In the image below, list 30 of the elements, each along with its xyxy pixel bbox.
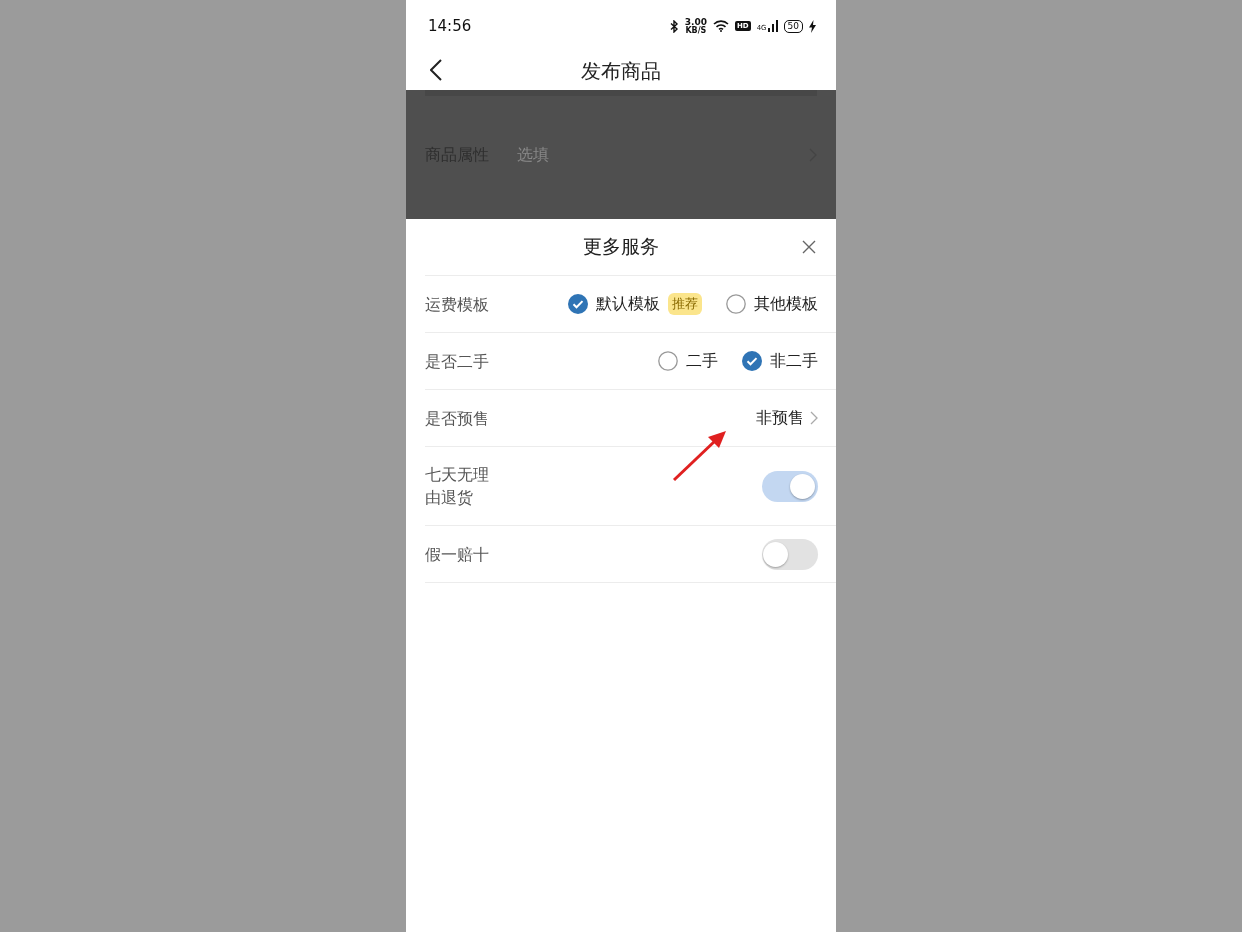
- status-time: 14:56: [428, 17, 473, 35]
- option-label[interactable]: 非二手: [770, 350, 818, 372]
- presale-value[interactable]: 非预售: [756, 407, 804, 429]
- option-label[interactable]: 二手: [686, 350, 718, 372]
- page-title: 发布商品: [581, 57, 661, 85]
- option-label[interactable]: 默认模板: [596, 293, 660, 315]
- option-label[interactable]: 其他模板: [754, 293, 818, 315]
- row-label: 假一赔十: [425, 543, 490, 566]
- annotation-arrow: [672, 430, 728, 482]
- signal-icon: [767, 20, 778, 32]
- radio-icon[interactable]: [658, 351, 678, 371]
- toggle-switch[interactable]: [762, 470, 818, 502]
- close-icon[interactable]: [802, 240, 816, 254]
- checked-radio-icon[interactable]: [742, 351, 762, 371]
- toggle-switch[interactable]: [762, 538, 818, 570]
- checked-radio-icon[interactable]: [568, 294, 588, 314]
- sheet-title: 更多服务: [583, 234, 659, 259]
- back-icon[interactable]: [430, 59, 442, 81]
- row-label: 运费模板: [425, 293, 490, 316]
- battery-level: 50: [783, 19, 803, 33]
- recommend-badge: 推荐: [668, 293, 702, 315]
- row-label: 是否预售: [425, 407, 490, 430]
- row-label: 是否二手: [425, 350, 490, 373]
- radio-icon[interactable]: [726, 294, 746, 314]
- chevron-right-icon[interactable]: [810, 411, 818, 425]
- row-label: 七天无理由退货: [425, 464, 490, 509]
- network-speed: 3.00 KB/S: [684, 17, 707, 35]
- bluetooth-icon: [669, 19, 679, 33]
- charging-bolt-icon: [809, 19, 816, 33]
- wifi-icon: [713, 20, 729, 32]
